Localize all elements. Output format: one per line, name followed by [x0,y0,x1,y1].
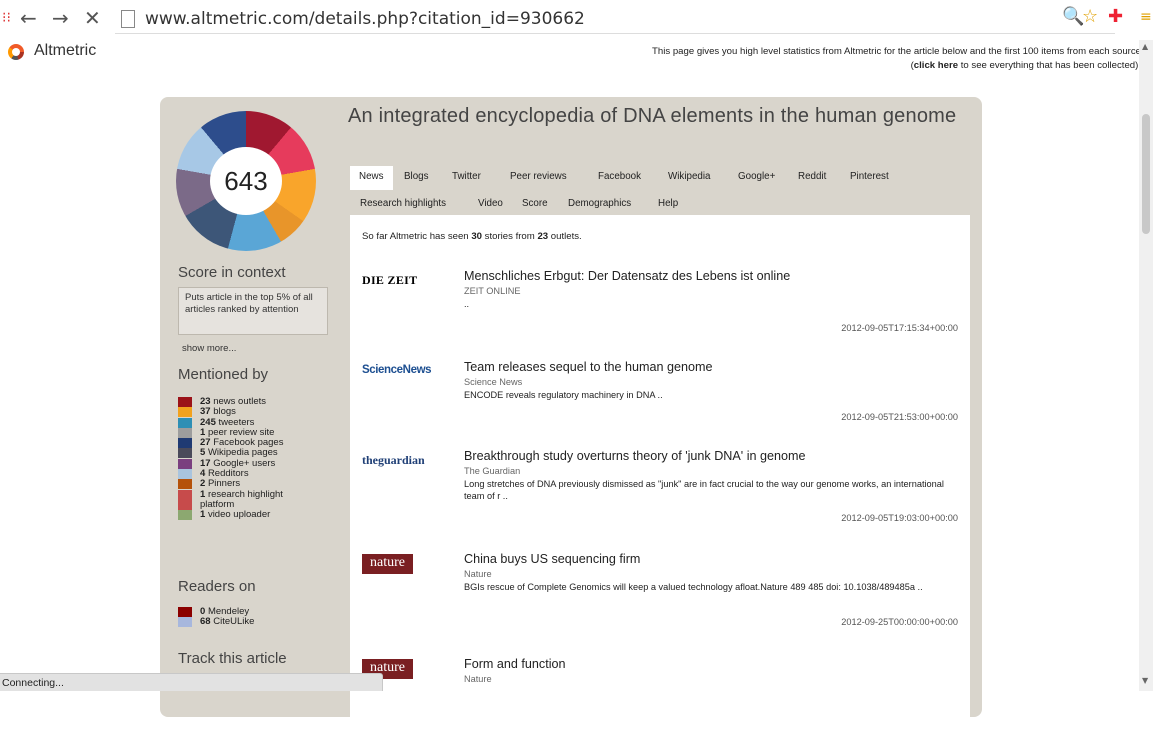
mentions-list: 23 news outlets 37 blogs 245 tweeters 1 pee… [178,397,338,521]
legend-swatch [178,407,192,418]
track-article-title: Track this article [178,650,287,667]
mention-row[interactable]: 68 CiteULike [178,616,338,628]
story-title-link[interactable]: Breakthrough study overturns theory of '… [464,449,806,463]
page-intro: This page gives you high level statistic… [521,45,1141,73]
browser-toolbar: ⁝⁝ ← → ✕ www.altmetric.com/details.php?c… [0,0,1153,38]
readers-on-title: Readers on [178,578,256,595]
legend-swatch [178,397,192,407]
tab-video[interactable]: Video [478,193,503,215]
guardian-logo[interactable]: theguardian [362,453,425,468]
story-date: 2012-09-05T21:53:00+00:00 [841,412,958,422]
show-more-link[interactable]: show more... [182,343,236,354]
close-icon[interactable]: ✕ [84,8,101,28]
legend-swatch [178,417,192,428]
story-date: 2012-09-05T17:15:34+00:00 [841,323,958,333]
mention-label: 1 video uploader [200,509,271,521]
intro-line-1: This page gives you high level statistic… [652,46,1141,57]
mention-row[interactable]: 1 research highlight platform [178,488,338,511]
mention-label: 68 CiteULike [200,616,255,628]
story-title-link[interactable]: China buys US sequencing firm [464,552,640,566]
status-bar: Connecting... [0,673,383,691]
score-context-box: Puts article in the top 5% of all articl… [178,287,328,335]
page-icon [121,10,135,28]
legend-swatch [178,479,192,490]
legend-swatch [178,469,192,480]
news-story: ScienceNews Team releases sequel to the … [350,360,970,440]
story-summary: BGIs rescue of Complete Genomics will ke… [464,582,923,592]
tab-research-highlights[interactable]: Research highlights [360,193,446,215]
legend-swatch [178,489,192,510]
article-card: 643 Score in context Puts article in the… [160,97,982,725]
tab-reddit[interactable]: Reddit [798,166,826,188]
legend-swatch [178,427,192,438]
click-here-link[interactable]: click here [914,60,958,71]
score-context-title: Score in context [178,264,286,281]
story-title-link[interactable]: Form and function [464,657,566,671]
zeit-logo[interactable]: DIE ZEIT [362,273,417,288]
tab-facebook[interactable]: Facebook [598,166,641,188]
page-scrollbar[interactable]: ▲ ▼ [1139,40,1153,691]
tab-help[interactable]: Help [658,193,678,215]
news-story: nature Form and function Nature [350,657,970,737]
apps-icon[interactable]: ⁝⁝ [2,9,11,27]
tab-blogs[interactable]: Blogs [404,166,429,188]
news-panel: So far Altmetric has seen 30 stories fro… [350,215,970,725]
story-source: Nature [464,569,492,579]
story-date: 2012-09-25T00:00:00+00:00 [841,617,958,627]
tab-pinterest[interactable]: Pinterest [850,166,889,188]
story-date: 2012-09-05T19:03:00+00:00 [841,513,958,523]
legend-swatch [178,438,192,449]
tab-twitter[interactable]: Twitter [452,166,481,188]
story-summary: .. [464,299,470,309]
scroll-thumb[interactable] [1142,114,1150,234]
brand-name: Altmetric [34,42,97,59]
story-summary: Long stretches of DNA previously dismiss… [464,479,944,501]
tab-score[interactable]: Score [522,193,548,215]
news-summary: So far Altmetric has seen 30 stories fro… [362,231,582,242]
star-icon[interactable]: ☆ [1082,8,1098,26]
scroll-down-icon[interactable]: ▼ [1142,676,1148,685]
story-source: Science News [464,377,523,387]
article-title: An integrated encyclopedia of DNA elemen… [348,105,957,127]
legend-swatch [178,458,192,469]
legend-swatch [178,448,192,459]
readers-list: 0 Mendeley 68 CiteULike [178,607,338,628]
nature-logo[interactable]: nature [362,554,413,574]
legend-swatch [178,510,192,521]
news-story: theguardian Breakthrough study overturns… [350,449,970,529]
altmetric-donut[interactable]: 643 [176,111,316,251]
scroll-up-icon[interactable]: ▲ [1142,42,1148,51]
story-summary: ENCODE reveals regulatory machinery in D… [464,390,663,400]
tab-google-plus[interactable]: Google+ [738,166,775,188]
legend-swatch [178,607,192,617]
mention-row[interactable]: 1 video uploader [178,509,338,521]
altmetric-score: 643 [210,147,282,215]
back-icon[interactable]: ← [20,8,37,28]
tab-peer-reviews[interactable]: Peer reviews [510,166,567,188]
altmetric-logo-icon [8,44,24,60]
mention-label: 1 research highlight platform [200,488,283,510]
story-title-link[interactable]: Menschliches Erbgut: Der Datensatz des L… [464,269,790,283]
address-bar[interactable]: www.altmetric.com/details.php?citation_i… [115,5,1115,34]
intro-line-2: (click here to see everything that has b… [910,60,1141,71]
legend-swatch [178,617,192,628]
url-text[interactable]: www.altmetric.com/details.php?citation_i… [145,9,585,29]
story-source: Nature [464,674,492,684]
science-news-logo[interactable]: ScienceNews [362,364,432,376]
tab-demographics[interactable]: Demographics [568,193,631,215]
tab-wikipedia[interactable]: Wikipedia [668,166,710,188]
story-source: The Guardian [464,466,521,476]
news-story: DIE ZEIT Menschliches Erbgut: Der Datens… [350,269,970,349]
mentioned-by-title: Mentioned by [178,366,269,383]
story-source: ZEIT ONLINE [464,286,521,296]
tab-news[interactable]: News [350,166,393,190]
plus-extension-icon[interactable]: ✚ [1108,8,1123,26]
story-title-link[interactable]: Team releases sequel to the human genome [464,360,713,374]
forward-icon[interactable]: → [52,8,69,28]
news-story: nature China buys US sequencing firm Nat… [350,552,970,632]
menu-icon[interactable]: ≡ [1140,8,1152,26]
